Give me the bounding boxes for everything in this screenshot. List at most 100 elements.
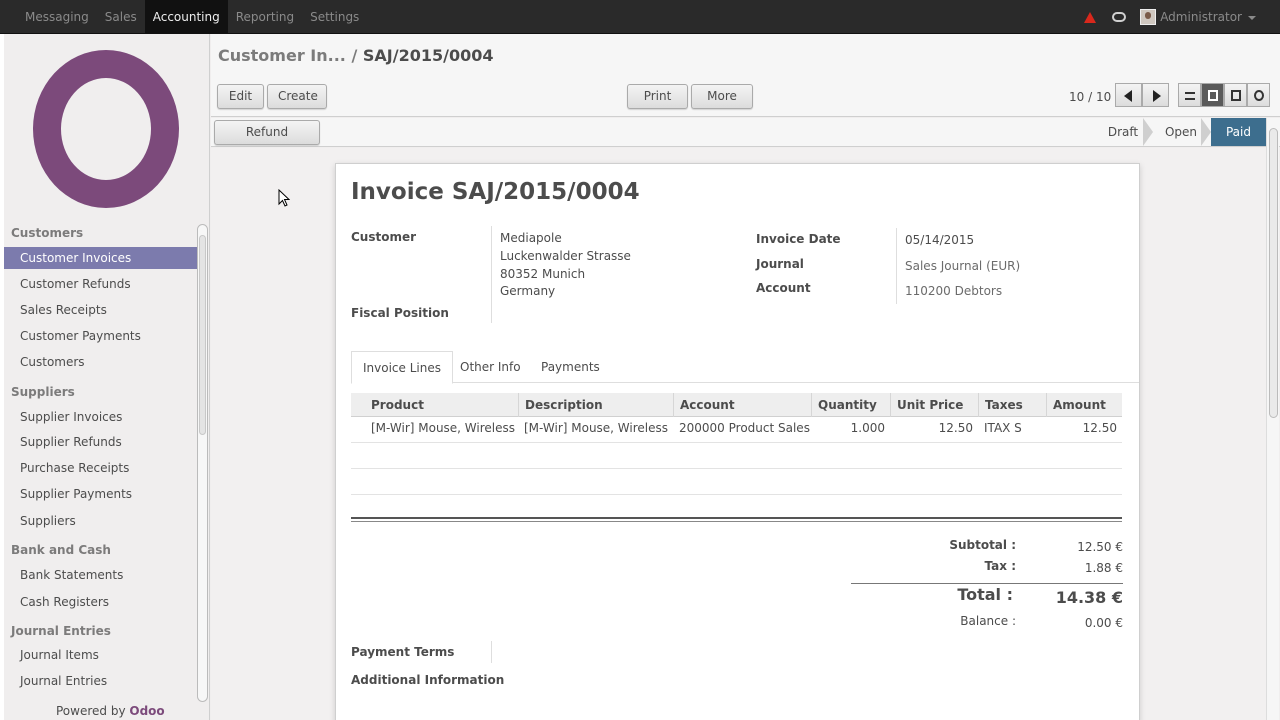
calendar-view-button[interactable]: [1224, 83, 1247, 107]
form-view-button[interactable]: [1201, 83, 1224, 107]
avatar[interactable]: [1140, 9, 1157, 25]
odoo-link[interactable]: Odoo: [129, 704, 164, 718]
control-panel: Customer In... / SAJ/2015/0004 Edit Crea…: [211, 34, 1280, 122]
tab-other-info[interactable]: Other Info: [449, 351, 532, 383]
customer-city: 80352 Munich: [500, 267, 586, 281]
sidebar-item-suppliers[interactable]: Suppliers: [4, 510, 197, 532]
cell-description[interactable]: [M-Wir] Mouse, Wireless: [524, 421, 668, 435]
tab-payments[interactable]: Payments: [530, 351, 611, 383]
column-amount[interactable]: Amount: [1046, 393, 1122, 417]
sidebar-item-customers[interactable]: Customers: [4, 351, 197, 373]
column-product[interactable]: Product: [351, 393, 519, 417]
column-unit-price[interactable]: Unit Price: [890, 393, 978, 417]
cell-product[interactable]: [M-Wir] Mouse, Wireless: [371, 421, 515, 435]
user-menu[interactable]: Administrator: [1160, 10, 1256, 24]
total-label: Total :: [957, 585, 1013, 604]
cell-account[interactable]: 200000 Product Sales: [679, 421, 810, 435]
powered-by: Powered by Odoo: [56, 704, 165, 718]
form-content: Invoice SAJ/2015/0004 Customer Mediapole…: [211, 148, 1266, 720]
subtotal-label: Subtotal :: [949, 538, 1016, 552]
more-button[interactable]: More: [691, 84, 753, 122]
user-area: Administrator: [1084, 0, 1256, 34]
column-quantity[interactable]: Quantity: [811, 393, 890, 417]
powered-by-text: Powered by: [56, 704, 126, 718]
sidebar-item-supplier-invoices[interactable]: Supplier Invoices: [4, 406, 197, 428]
menu-messaging[interactable]: Messaging: [17, 0, 97, 34]
cell-amount[interactable]: 12.50: [1046, 421, 1117, 435]
tab-invoice-lines[interactable]: Invoice Lines: [351, 351, 453, 384]
cell-taxes[interactable]: ITAX S: [984, 421, 1022, 435]
stage-paid[interactable]: Paid: [1211, 118, 1266, 146]
list-icon: [1185, 92, 1195, 100]
more-label: More: [707, 89, 737, 103]
main-scrollbar-thumb[interactable]: [1269, 128, 1278, 418]
invoice-date-value: 05/14/2015: [905, 233, 975, 247]
sidebar-scrollbar[interactable]: [197, 224, 208, 702]
menu-sales[interactable]: Sales: [97, 0, 145, 34]
sidebar-item-cash-registers[interactable]: Cash Registers: [4, 591, 197, 613]
print-label: Print: [643, 89, 672, 103]
additional-information-label: Additional Information: [351, 673, 505, 687]
breadcrumb-parent[interactable]: Customer In...: [218, 46, 346, 65]
list-view-button[interactable]: [1178, 83, 1201, 107]
payment-terms-label: Payment Terms: [351, 645, 455, 659]
sidebar-item-purchase-receipts[interactable]: Purchase Receipts: [4, 457, 197, 479]
cursor-arrow-icon: [278, 188, 291, 207]
arrow-left-icon: [1124, 90, 1132, 102]
sidebar-section-suppliers: Suppliers: [11, 385, 75, 399]
stage-open[interactable]: Open: [1155, 118, 1207, 146]
cell-quantity[interactable]: 1.000: [811, 421, 885, 435]
sidebar-item-sales-receipts[interactable]: Sales Receipts: [4, 299, 197, 321]
tax-label: Tax :: [984, 559, 1016, 573]
journal-value[interactable]: Sales Journal (EUR): [905, 259, 1020, 273]
column-description[interactable]: Description: [518, 393, 673, 417]
sidebar-edge: [0, 34, 4, 720]
invoice-date-label: Invoice Date: [756, 232, 841, 246]
sidebar-item-bank-statements[interactable]: Bank Statements: [4, 564, 197, 586]
print-button[interactable]: Print: [627, 84, 688, 122]
sidebar-item-supplier-refunds[interactable]: Supplier Refunds: [4, 431, 197, 453]
sidebar-scrollbar-thumb[interactable]: [199, 235, 206, 435]
column-taxes[interactable]: Taxes: [978, 393, 1046, 417]
user-name: Administrator: [1160, 10, 1242, 24]
warning-icon[interactable]: [1084, 11, 1097, 23]
mouse-cursor-icon: [278, 188, 291, 207]
tax-value: 1.88 €: [1084, 561, 1123, 575]
notebook-tabs: Invoice Lines Other Info Payments: [351, 351, 1139, 384]
sidebar-item-journal-entries[interactable]: Journal Entries: [4, 670, 197, 692]
arrow-right-icon: [1153, 90, 1161, 102]
main-area: Customer In... / SAJ/2015/0004 Edit Crea…: [211, 34, 1280, 720]
balance-value: 0.00 €: [1084, 616, 1123, 630]
sidebar-item-customer-refunds[interactable]: Customer Refunds: [4, 273, 197, 295]
pager-value: 10 / 10: [1069, 90, 1112, 104]
graph-view-button[interactable]: [1247, 83, 1270, 107]
menu-reporting[interactable]: Reporting: [228, 0, 302, 34]
row-divider: [351, 494, 1122, 495]
stage-draft[interactable]: Draft: [1097, 118, 1149, 146]
customer-label: Customer: [351, 230, 417, 244]
sidebar-item-customer-invoices[interactable]: Customer Invoices: [4, 247, 197, 269]
menu-accounting[interactable]: Accounting: [144, 0, 228, 34]
invoice-title: Invoice SAJ/2015/0004: [351, 179, 640, 205]
sidebar-item-journal-items[interactable]: Journal Items: [4, 644, 197, 666]
customer-name[interactable]: Mediapole: [500, 231, 562, 245]
column-account[interactable]: Account: [673, 393, 811, 417]
create-button[interactable]: Create: [267, 84, 327, 109]
account-value[interactable]: 110200 Debtors: [905, 284, 1002, 298]
main-scrollbar[interactable]: [1266, 118, 1279, 720]
customer-country: Germany: [500, 284, 556, 298]
refund-invoice-button[interactable]: Refund Invoice: [214, 120, 320, 162]
chat-icon[interactable]: [1112, 12, 1127, 22]
breadcrumb: Customer In... / SAJ/2015/0004: [218, 46, 493, 65]
customer-street: Luckenwalder Strasse: [500, 249, 631, 263]
next-record-button[interactable]: [1142, 83, 1169, 107]
cell-unit-price[interactable]: 12.50: [890, 421, 973, 435]
edit-button[interactable]: Edit: [217, 84, 264, 109]
sidebar-section-bank-and-cash: Bank and Cash: [11, 543, 111, 557]
previous-record-button[interactable]: [1115, 83, 1142, 107]
journal-label: Journal: [756, 257, 804, 271]
fiscal-position-label: Fiscal Position: [351, 306, 449, 320]
sidebar-item-customer-payments[interactable]: Customer Payments: [4, 325, 197, 347]
menu-settings[interactable]: Settings: [302, 0, 367, 34]
sidebar-item-supplier-payments[interactable]: Supplier Payments: [4, 483, 197, 505]
